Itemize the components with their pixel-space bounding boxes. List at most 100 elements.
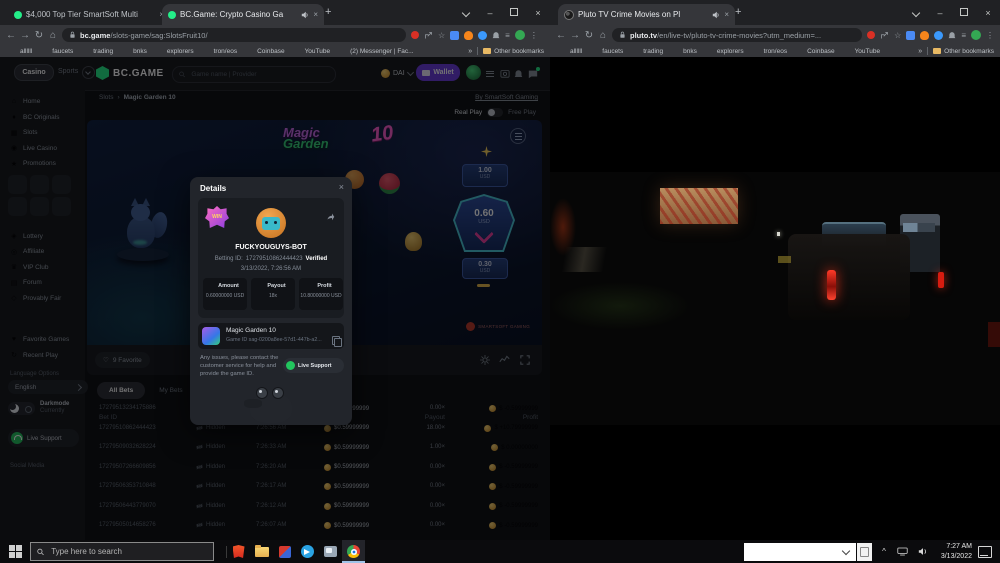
bookmark-star-icon[interactable]: ☆ <box>438 31 445 40</box>
list-extension-icon[interactable]: ≡ <box>961 31 965 40</box>
video-taillight <box>938 272 944 288</box>
hidden-icons-chevron[interactable]: ^ <box>882 547 886 556</box>
new-tab-button[interactable]: + <box>325 6 331 18</box>
divider <box>477 47 478 55</box>
bookmark-item[interactable]: faucets <box>591 48 623 55</box>
browser-tab-bcgame[interactable]: BC.Game: Crypto Casino Ga × <box>162 4 324 25</box>
player-avatar[interactable] <box>256 208 286 238</box>
bookmark-item[interactable]: explorers <box>706 48 744 55</box>
video-grass <box>550 282 690 330</box>
forward-icon[interactable]: → <box>18 30 32 41</box>
bookmark-item[interactable]: YouTube <box>844 48 881 55</box>
reload-icon[interactable]: ↻ <box>32 30 46 41</box>
forward-icon[interactable]: → <box>568 30 582 41</box>
bell-icon[interactable] <box>492 31 500 40</box>
share-icon[interactable] <box>880 31 889 40</box>
bookmark-item[interactable]: bnks <box>672 48 697 55</box>
network-icon[interactable] <box>897 547 908 556</box>
bookmark-item[interactable]: Coinbase <box>246 48 284 55</box>
extension-circle-icon[interactable] <box>478 31 487 40</box>
address-bar[interactable]: bc.game/slots-game/sag:SlotsFruit10/ <box>62 28 406 42</box>
back-icon[interactable]: ← <box>554 30 568 41</box>
other-bookmarks[interactable]: Other bookmarks <box>483 48 544 55</box>
bookmarks-overflow-icon[interactable]: » <box>468 48 472 55</box>
bookmark-icon <box>339 48 347 54</box>
extension-icon[interactable] <box>906 31 915 40</box>
back-icon[interactable]: ← <box>4 30 18 41</box>
taskbar-search-input[interactable] <box>49 546 207 557</box>
address-bar[interactable]: pluto.tv/en/live-tv/pluto-tv-crime-movie… <box>612 28 862 42</box>
tab-audio-icon[interactable] <box>712 11 720 19</box>
profile-avatar[interactable] <box>971 30 981 40</box>
tab-audio-icon[interactable] <box>301 11 309 19</box>
pluto-page <box>550 57 1000 540</box>
start-button[interactable] <box>9 545 22 558</box>
volume-icon[interactable] <box>918 547 928 556</box>
browser-menu-icon[interactable]: ⋮ <box>530 31 538 40</box>
share-bet-icon[interactable] <box>326 212 335 221</box>
extension-circle-icon[interactable] <box>934 31 943 40</box>
bookmark-item[interactable]: faucets <box>41 48 73 55</box>
maximize-button[interactable] <box>502 8 526 18</box>
extension-icon[interactable] <box>450 31 459 40</box>
video-player[interactable] <box>550 172 1000 425</box>
bookmark-item[interactable]: YouTube <box>294 48 331 55</box>
bookmark-item[interactable]: (2) Messenger | Fac... <box>339 48 413 55</box>
browser-tab-smartsoft[interactable]: $4,000 Top Tier SmartSoft Multi × <box>8 4 170 25</box>
other-bookmarks[interactable]: Other bookmarks <box>933 48 994 55</box>
bookmark-item[interactable]: bnks <box>122 48 147 55</box>
metamask-icon[interactable] <box>464 31 473 40</box>
taskbar-search[interactable] <box>30 542 214 561</box>
tab-close-icon[interactable]: × <box>724 10 729 19</box>
desktop: $4,000 Top Tier SmartSoft Multi × BC.Gam… <box>0 0 1000 563</box>
bookmark-item[interactable]: trading <box>632 48 663 55</box>
share-icon[interactable] <box>424 31 433 40</box>
bookmark-item[interactable]: Coinbase <box>796 48 834 55</box>
close-button[interactable]: × <box>526 8 550 18</box>
taskbar-app-brave[interactable] <box>227 540 250 563</box>
video-lit-window <box>660 188 738 224</box>
folder-icon <box>933 48 941 54</box>
taskbar-app-explorer[interactable] <box>250 540 273 563</box>
tab-search-icon[interactable] <box>454 8 478 18</box>
browser-tab-pluto[interactable]: Pluto TV Crime Movies on Pl × <box>558 4 735 25</box>
close-button[interactable]: × <box>976 8 1000 18</box>
bookmark-item[interactable]: tron/eos <box>753 48 788 55</box>
profile-avatar[interactable] <box>515 30 525 40</box>
taskbar-clock[interactable]: 7:27 AM 3/13/2022 <box>941 542 972 560</box>
maximize-button[interactable] <box>952 8 976 18</box>
modal-live-support-button[interactable]: Live Support <box>283 358 344 373</box>
tray-search-box[interactable] <box>744 543 856 561</box>
taskbar-app-paint[interactable] <box>273 540 296 563</box>
bell-icon[interactable] <box>948 31 956 40</box>
mascot <box>242 383 300 423</box>
list-extension-icon[interactable]: ≡ <box>505 31 509 40</box>
bookmark-item[interactable]: allllll <box>9 48 32 55</box>
modal-close-icon[interactable]: × <box>339 182 344 192</box>
browser-menu-icon[interactable]: ⋮ <box>986 31 994 40</box>
action-center-icon[interactable] <box>978 546 992 558</box>
password-manager-icon[interactable] <box>411 31 419 39</box>
bookmark-item[interactable]: allllll <box>559 48 582 55</box>
reload-icon[interactable]: ↻ <box>582 30 596 41</box>
new-tab-button[interactable]: + <box>735 6 741 18</box>
modal-game-card[interactable]: Magic Garden 10 Game ID sag-0200a8ee-57d… <box>198 323 344 349</box>
taskbar-app-chrome[interactable] <box>342 540 365 563</box>
taskbar-app-telegram[interactable] <box>296 540 319 563</box>
bookmark-item[interactable]: trading <box>82 48 113 55</box>
tray-box-button[interactable] <box>857 543 872 561</box>
bookmark-item[interactable]: tron/eos <box>203 48 238 55</box>
home-icon[interactable]: ⌂ <box>46 30 60 41</box>
bookmark-item[interactable]: explorers <box>156 48 194 55</box>
password-manager-icon[interactable] <box>867 31 875 39</box>
tab-close-icon[interactable]: × <box>313 10 318 19</box>
copy-icon[interactable] <box>332 336 340 345</box>
minimize-button[interactable]: – <box>928 8 952 18</box>
home-icon[interactable]: ⌂ <box>596 30 610 41</box>
bookmark-star-icon[interactable]: ☆ <box>894 31 901 40</box>
taskbar-app-sniptool[interactable] <box>319 540 342 563</box>
metamask-icon[interactable] <box>920 31 929 40</box>
minimize-button[interactable]: – <box>478 8 502 18</box>
bookmarks-overflow-icon[interactable]: » <box>918 48 922 55</box>
tab-search-icon[interactable] <box>904 8 928 18</box>
